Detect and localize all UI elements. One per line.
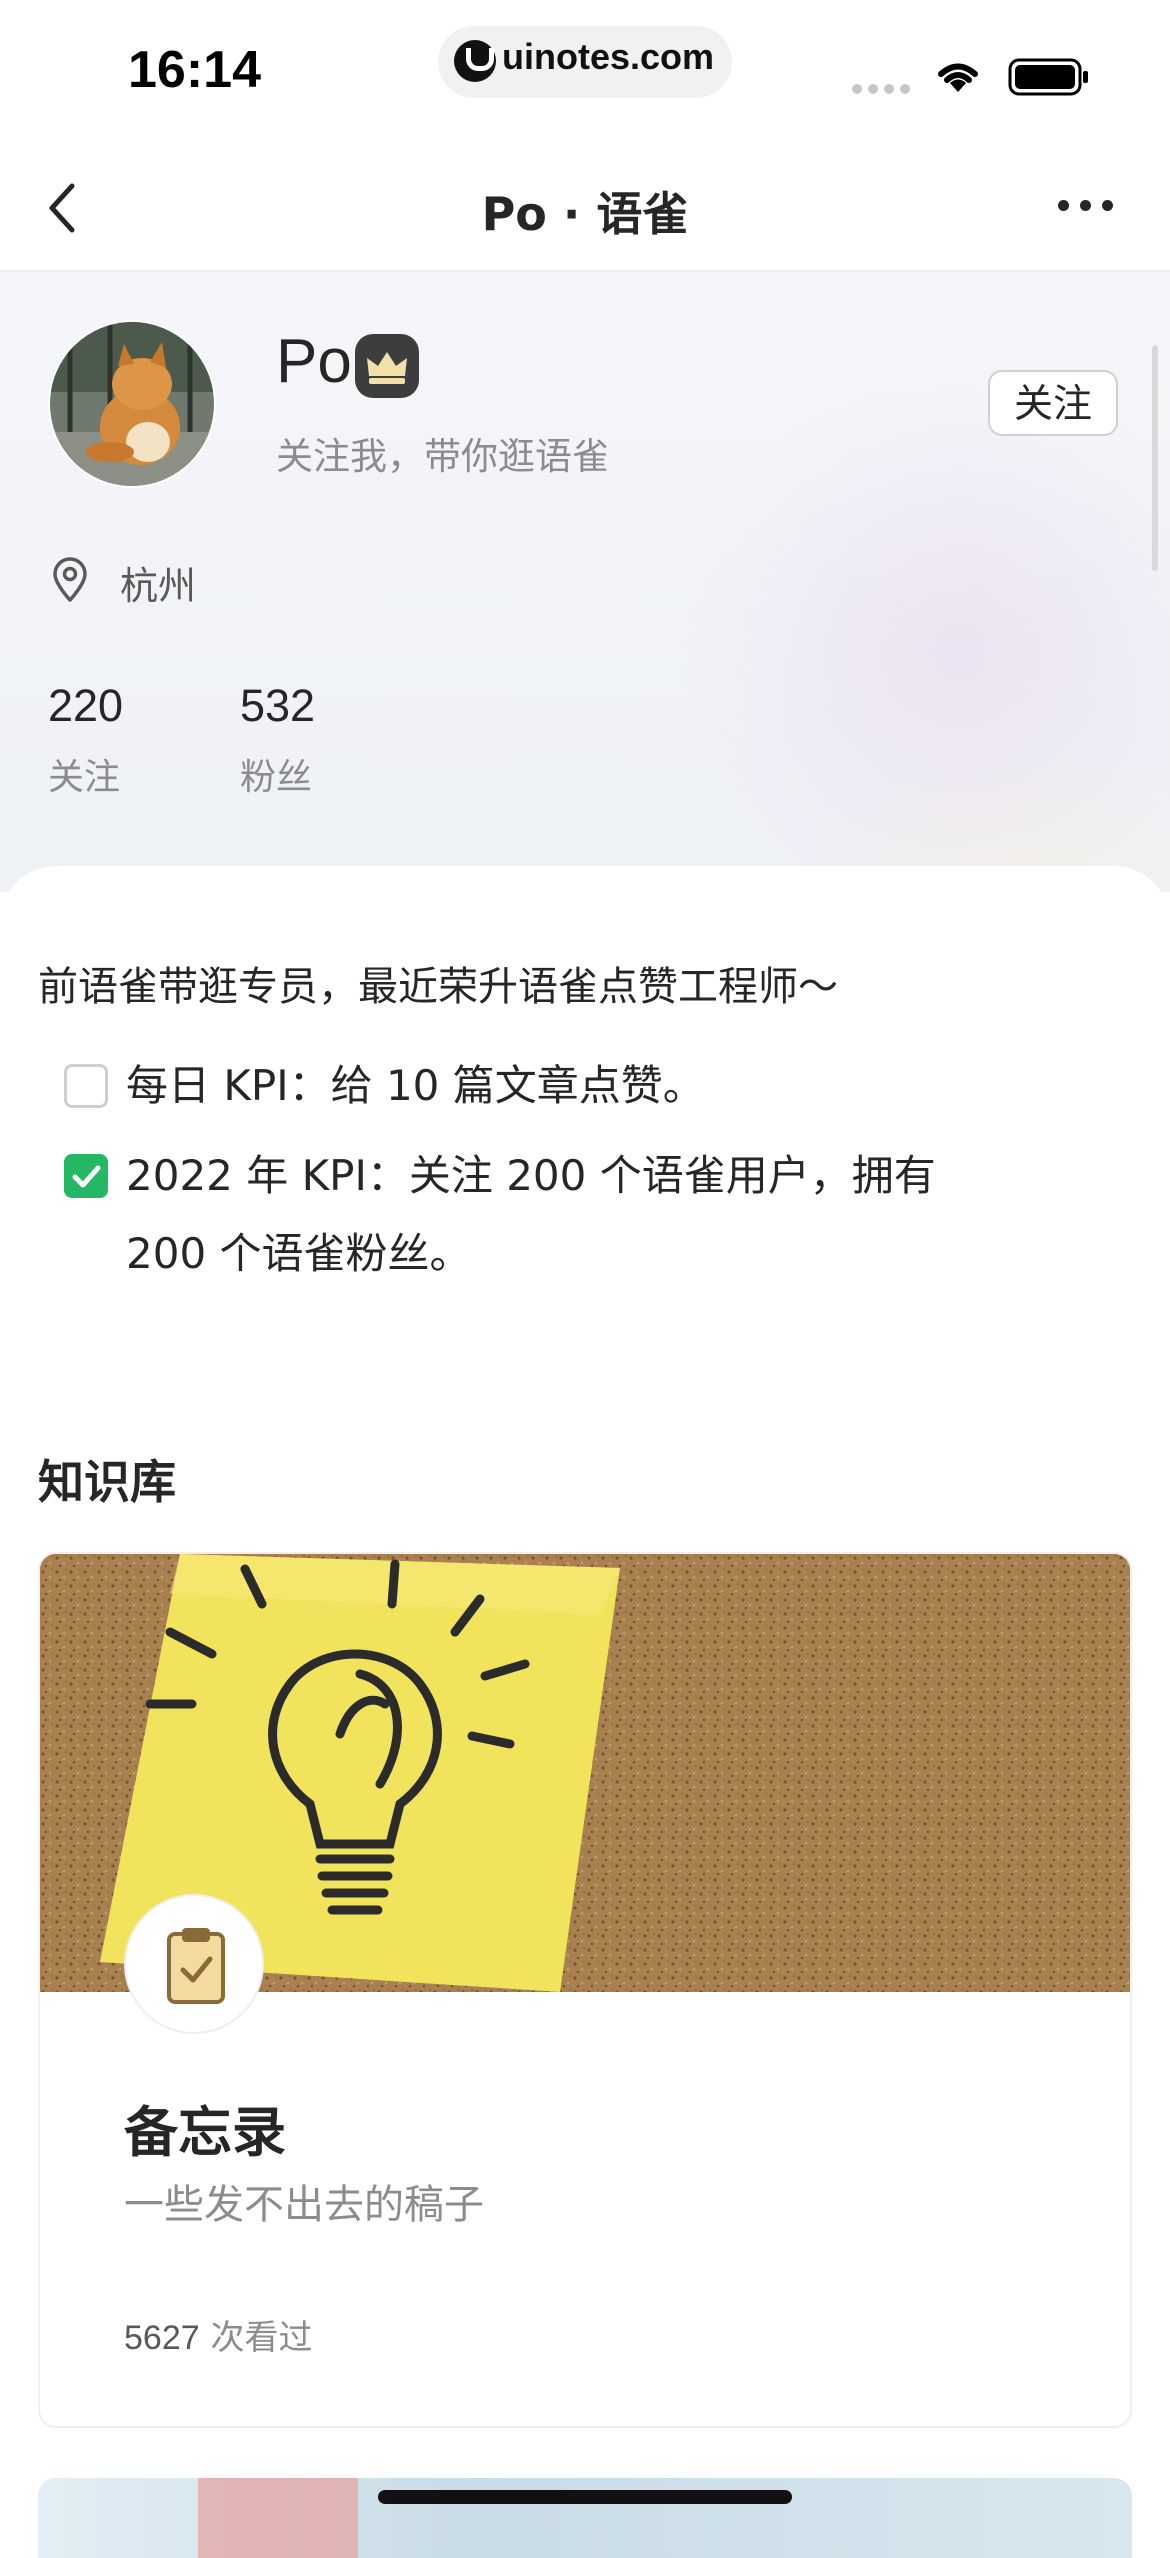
more-options-icon[interactable] bbox=[1058, 200, 1114, 212]
battery-icon bbox=[1008, 58, 1088, 96]
scrollbar[interactable] bbox=[1152, 345, 1158, 571]
check-icon bbox=[72, 1165, 101, 1188]
following-count[interactable]: 220 bbox=[48, 680, 123, 732]
bio-text: 前语雀带逛专员，最近荣升语雀点赞工程师～ bbox=[38, 964, 838, 1010]
crown-badge-icon bbox=[355, 334, 419, 398]
profile-tagline: 关注我，带你逛语雀 bbox=[276, 435, 609, 478]
todo-item-text: 2022 年 KPI：关注 200 个语雀用户，拥有 bbox=[126, 1151, 936, 1200]
wifi-icon bbox=[938, 63, 978, 92]
todo-item-text-continued: 200 个语雀粉丝。 bbox=[126, 1229, 472, 1278]
followers-label[interactable]: 粉丝 bbox=[240, 748, 312, 800]
site-logo-icon bbox=[454, 40, 496, 82]
book-description: 一些发不出去的稿子 bbox=[124, 2182, 484, 2228]
followers-count[interactable]: 532 bbox=[240, 680, 315, 732]
username: Po bbox=[276, 327, 352, 396]
cellular-signal-icon bbox=[852, 84, 912, 94]
follow-button[interactable]: 关注 bbox=[988, 370, 1118, 436]
location-text: 杭州 bbox=[120, 564, 197, 608]
todo-item-text: 每日 KPI：给 10 篇文章点赞。 bbox=[126, 1061, 705, 1110]
section-title-knowledge: 知识库 bbox=[38, 1455, 176, 1509]
location-pin-icon bbox=[53, 557, 87, 602]
book-view-count: 5627 次看过 bbox=[124, 2310, 312, 2359]
home-indicator[interactable] bbox=[378, 2490, 792, 2504]
status-time: 16:14 bbox=[128, 41, 261, 99]
book-title[interactable]: 备忘录 bbox=[124, 2088, 286, 2167]
book-clipboard-icon bbox=[124, 1894, 264, 2034]
page-title: Po · 语雀 bbox=[481, 187, 689, 241]
following-label[interactable]: 关注 bbox=[48, 748, 120, 800]
todo-checkbox-checked[interactable] bbox=[64, 1154, 108, 1198]
url-text: uinotes.com bbox=[502, 36, 715, 77]
view-count-number: 5627 bbox=[124, 2319, 200, 2357]
view-count-suffix: 次看过 bbox=[199, 2318, 313, 2358]
avatar[interactable] bbox=[50, 322, 214, 486]
todo-checkbox[interactable] bbox=[64, 1064, 108, 1108]
